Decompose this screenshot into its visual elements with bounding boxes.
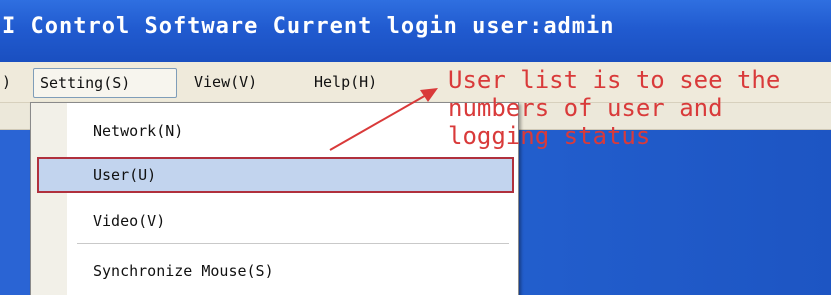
annotation-arrow-icon [329, 88, 438, 151]
screenshot-frame: I Control Software Current login user:ad… [0, 0, 831, 295]
